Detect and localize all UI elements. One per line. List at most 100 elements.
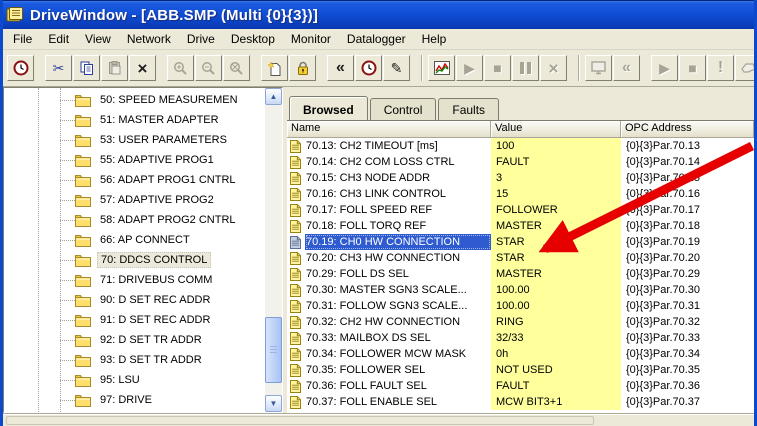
parameter-row[interactable]: 70.13: CH2 TIMEOUT [ms] 100 {0}{3}Par.70… xyxy=(287,138,754,154)
cut-button[interactable]: ✂ xyxy=(45,55,72,81)
parameter-value-cell[interactable]: 100.00 xyxy=(491,282,621,298)
new-page-icon xyxy=(267,61,282,76)
menu-item-drive[interactable]: Drive xyxy=(179,29,223,49)
parameter-row[interactable]: 70.19: CH0 HW CONNECTION STAR {0}{3}Par.… xyxy=(287,234,754,250)
parameter-value-cell[interactable]: STAR xyxy=(491,234,621,250)
tab-browsed[interactable]: Browsed xyxy=(289,96,368,120)
parameter-value-cell[interactable]: 100.00 xyxy=(491,298,621,314)
delete-button[interactable]: × xyxy=(129,55,156,81)
parameter-value-cell[interactable]: RING xyxy=(491,314,621,330)
tree-item[interactable]: 91: D SET REC ADDR xyxy=(4,310,264,330)
parameter-row[interactable]: 70.31: FOLLOW SGN3 SCALE... 100.00 {0}{3… xyxy=(287,298,754,314)
parameter-row[interactable]: 70.30: MASTER SGN3 SCALE... 100.00 {0}{3… xyxy=(287,282,754,298)
trend-stop-button[interactable]: ■ xyxy=(484,55,511,81)
logger-trig-button[interactable]: ! xyxy=(707,55,734,81)
menu-item-network[interactable]: Network xyxy=(119,29,179,49)
menu-item-view[interactable]: View xyxy=(77,29,119,49)
tree-item[interactable]: 50: SPEED MEASUREMEN xyxy=(4,90,264,110)
parameter-row[interactable]: 70.17: FOLL SPEED REF FOLLOWER {0}{3}Par… xyxy=(287,202,754,218)
scroll-down-arrow-icon[interactable]: ▼ xyxy=(265,395,282,412)
menu-item-monitor[interactable]: Monitor xyxy=(283,29,339,49)
tree-item[interactable]: 93: D SET TR ADDR xyxy=(4,350,264,370)
scroll-up-arrow-icon[interactable]: ▲ xyxy=(265,88,282,105)
parameter-row[interactable]: 70.16: CH3 LINK CONTROL 15 {0}{3}Par.70.… xyxy=(287,186,754,202)
parameter-value-cell[interactable]: 3 xyxy=(491,170,621,186)
parameter-row[interactable]: 70.37: FOLL ENABLE SEL MCW BIT3+1 {0}{3}… xyxy=(287,394,754,410)
paste-button[interactable] xyxy=(101,55,128,81)
copy-button[interactable] xyxy=(73,55,100,81)
new-item-button[interactable] xyxy=(261,55,288,81)
monitor-settings-button[interactable] xyxy=(355,55,382,81)
title-bar[interactable]: DriveWindow - [ABB.SMP (Multi {0}{3})] xyxy=(0,0,757,29)
parameter-value-cell[interactable]: 0h xyxy=(491,346,621,362)
parameter-row[interactable]: 70.29: FOLL DS SEL MASTER {0}{3}Par.70.2… xyxy=(287,266,754,282)
parameter-value-cell[interactable]: FAULT xyxy=(491,378,621,394)
parameter-value-cell[interactable]: MASTER xyxy=(491,218,621,234)
parameter-row[interactable]: 70.34: FOLLOWER MCW MASK 0h {0}{3}Par.70… xyxy=(287,346,754,362)
column-header-opc-address[interactable]: OPC Address xyxy=(621,121,754,138)
parameter-row[interactable]: 70.33: MAILBOX DS SEL 32/33 {0}{3}Par.70… xyxy=(287,330,754,346)
zoom-in-button[interactable] xyxy=(167,55,194,81)
logger-erase-button[interactable] xyxy=(735,55,757,81)
tree-item[interactable]: 53: USER PARAMETERS xyxy=(4,130,264,150)
trend-play-button[interactable]: ▶ xyxy=(456,55,483,81)
menu-item-datalogger[interactable]: Datalogger xyxy=(339,29,414,49)
parameter-value-cell[interactable]: MASTER xyxy=(491,266,621,282)
parameter-row[interactable]: 70.18: FOLL TORQ REF MASTER {0}{3}Par.70… xyxy=(287,218,754,234)
parameter-row[interactable]: 70.20: CH3 HW CONNECTION STAR {0}{3}Par.… xyxy=(287,250,754,266)
collapse-button[interactable]: « xyxy=(327,55,354,81)
scrollbar-thumb[interactable] xyxy=(265,317,282,383)
parameter-row[interactable]: 70.15: CH3 NODE ADDR 3 {0}{3}Par.70.15 xyxy=(287,170,754,186)
logger-start-button[interactable]: ▶ xyxy=(651,55,678,81)
menu-item-help[interactable]: Help xyxy=(414,29,455,49)
tab-control[interactable]: Control xyxy=(370,98,437,120)
monitor-clock-button[interactable] xyxy=(7,55,34,81)
parameter-value-cell[interactable]: MCW BIT3+1 xyxy=(491,394,621,410)
parameter-value-cell[interactable]: NOT USED xyxy=(491,362,621,378)
trend-pause-button[interactable] xyxy=(512,55,539,81)
parameter-value-cell[interactable]: FAULT xyxy=(491,154,621,170)
folder-icon xyxy=(75,314,91,327)
tree-item[interactable]: 56: ADAPT PROG1 CNTRL xyxy=(4,170,264,190)
column-header-value[interactable]: Value xyxy=(491,121,621,138)
tree-branch-line xyxy=(60,260,75,261)
tree-item[interactable]: 90: D SET REC ADDR xyxy=(4,290,264,310)
tree-item[interactable]: 51: MASTER ADAPTER xyxy=(4,110,264,130)
scissors-icon: ✂ xyxy=(53,61,65,75)
datalogger-monitor-button[interactable] xyxy=(585,55,612,81)
parameter-row[interactable]: 70.35: FOLLOWER SEL NOT USED {0}{3}Par.7… xyxy=(287,362,754,378)
parameter-row[interactable]: 70.14: CH2 COM LOSS CTRL FAULT {0}{3}Par… xyxy=(287,154,754,170)
tree-item[interactable]: 71: DRIVEBUS COMM xyxy=(4,270,264,290)
tree-item[interactable]: 92: D SET TR ADDR xyxy=(4,330,264,350)
tree-item[interactable]: 57: ADAPTIVE PROG2 xyxy=(4,190,264,210)
edit-pen-button[interactable]: ✎ xyxy=(383,55,410,81)
trend-close-button[interactable]: × xyxy=(540,55,567,81)
parameter-row[interactable]: 70.32: CH2 HW CONNECTION RING {0}{3}Par.… xyxy=(287,314,754,330)
tree-item[interactable]: 95: LSU xyxy=(4,370,264,390)
column-header-name[interactable]: Name xyxy=(287,121,491,138)
parameter-value-cell[interactable]: 100 xyxy=(491,138,621,154)
lock-button[interactable] xyxy=(289,55,316,81)
tree-item[interactable]: 70: DDCS CONTROL xyxy=(4,250,264,270)
grid-body: 70.13: CH2 TIMEOUT [ms] 100 {0}{3}Par.70… xyxy=(287,138,754,410)
parameter-value-cell[interactable]: 15 xyxy=(491,186,621,202)
zoom-reset-button[interactable] xyxy=(223,55,250,81)
parameter-row[interactable]: 70.36: FOLL FAULT SEL FAULT {0}{3}Par.70… xyxy=(287,378,754,394)
tree-vertical-scrollbar[interactable]: ▲ ▼ xyxy=(265,88,282,412)
tree-item[interactable]: 66: AP CONNECT xyxy=(4,230,264,250)
tab-faults[interactable]: Faults xyxy=(438,98,499,120)
logger-stop-button[interactable]: ■ xyxy=(679,55,706,81)
tree-item[interactable]: 58: ADAPT PROG2 CNTRL xyxy=(4,210,264,230)
tree-item[interactable]: 55: ADAPTIVE PROG1 xyxy=(4,150,264,170)
parameter-value-cell[interactable]: 32/33 xyxy=(491,330,621,346)
parameter-value-cell[interactable]: STAR xyxy=(491,250,621,266)
menu-item-edit[interactable]: Edit xyxy=(40,29,77,49)
parameter-value-cell[interactable]: FOLLOWER xyxy=(491,202,621,218)
datalogger-collapse-button[interactable]: « xyxy=(613,55,640,81)
tree-item[interactable]: 97: DRIVE xyxy=(4,390,264,410)
trend-chart-button[interactable] xyxy=(428,55,455,81)
play-icon: ▶ xyxy=(464,61,475,75)
zoom-out-button[interactable] xyxy=(195,55,222,81)
menu-item-desktop[interactable]: Desktop xyxy=(223,29,283,49)
menu-item-file[interactable]: File xyxy=(5,29,40,49)
